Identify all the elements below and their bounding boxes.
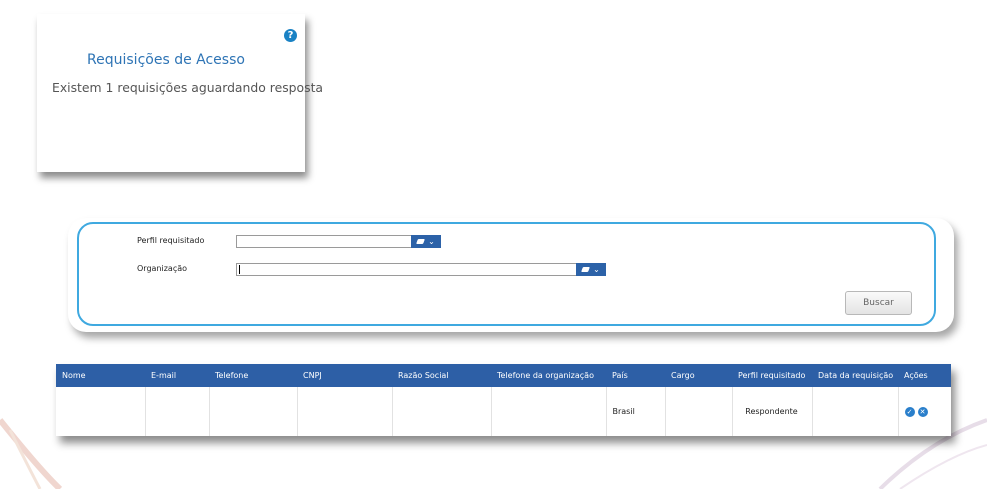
column-header[interactable]: E-mail <box>145 364 209 387</box>
cell-pais: Brasil <box>606 387 666 436</box>
cell-email <box>145 387 210 436</box>
text-caret <box>239 265 240 274</box>
cell-nome <box>56 387 146 436</box>
buscar-button[interactable]: Buscar <box>845 291 912 315</box>
column-header[interactable]: País <box>606 364 665 387</box>
perfil-select[interactable]: ⌄ <box>236 235 441 248</box>
cell-telefone-org <box>491 387 607 436</box>
help-icon[interactable]: ? <box>284 29 297 42</box>
table-row: Brasil Respondente ✓ ✕ <box>56 387 951 436</box>
column-header[interactable]: Razão Social <box>392 364 491 387</box>
organizacao-buttons[interactable]: ⌄ <box>576 263 606 276</box>
column-header[interactable]: Telefone da organização <box>491 364 606 387</box>
column-header: Ações <box>898 364 951 387</box>
cell-perfil: Respondente <box>732 387 813 436</box>
access-requests-widget: Requisições de Acesso ? Existem 1 requis… <box>37 14 323 172</box>
chevron-down-icon[interactable]: ⌄ <box>428 237 435 246</box>
requests-table: Nome E-mail Telefone CNPJ Razão Social T… <box>56 364 951 436</box>
widget-message: Existem 1 requisições aguardando respost… <box>52 80 324 95</box>
eraser-icon[interactable] <box>416 239 426 244</box>
perfil-select-buttons[interactable]: ⌄ <box>411 235 441 248</box>
cell-cnpj <box>297 387 393 436</box>
chevron-down-icon[interactable]: ⌄ <box>593 265 600 274</box>
cell-data <box>812 387 899 436</box>
column-header[interactable]: Data da requisição <box>812 364 898 387</box>
column-header[interactable]: Nome <box>56 364 145 387</box>
organizacao-label: Organização <box>137 264 188 273</box>
eraser-icon[interactable] <box>581 267 591 272</box>
table-header-row: Nome E-mail Telefone CNPJ Razão Social T… <box>56 364 951 387</box>
column-header[interactable]: CNPJ <box>297 364 392 387</box>
perfil-label: Perfil requisitado <box>137 236 205 245</box>
column-header[interactable]: Cargo <box>665 364 732 387</box>
column-header[interactable]: Perfil requisitado <box>732 364 812 387</box>
reject-close-icon[interactable]: ✕ <box>917 406 928 417</box>
cell-razao-social <box>392 387 492 436</box>
cell-cargo <box>665 387 733 436</box>
cell-acoes: ✓ ✕ <box>898 387 951 436</box>
cell-telefone <box>209 387 298 436</box>
widget-title[interactable]: Requisições de Acesso <box>37 52 295 68</box>
column-header[interactable]: Telefone <box>209 364 297 387</box>
organizacao-input[interactable]: ⌄ <box>236 263 606 276</box>
approve-check-icon[interactable]: ✓ <box>904 406 915 417</box>
